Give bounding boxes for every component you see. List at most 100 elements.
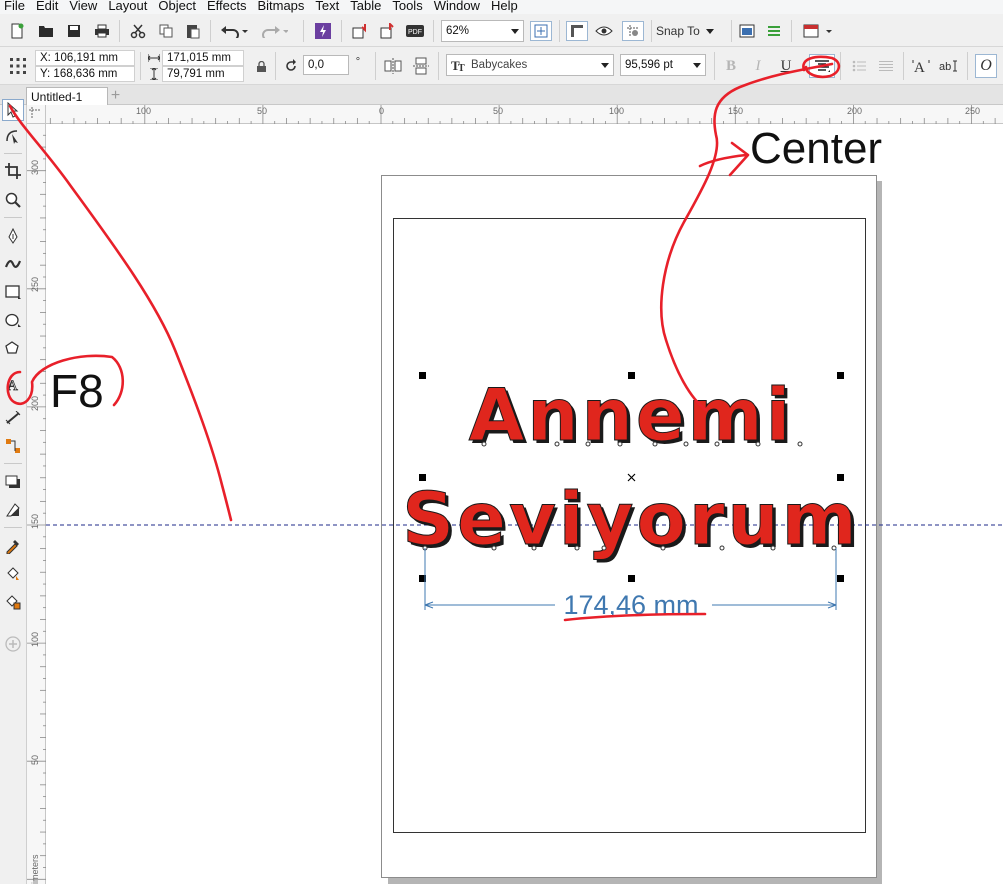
svg-text:A: A [914,60,925,74]
crop-tool-icon[interactable] [2,160,24,182]
menu-layout[interactable]: Layout [102,0,152,12]
artistic-media-tool-icon[interactable] [2,253,24,275]
y-position-field[interactable]: Y: 168,636 mm [35,66,135,82]
mirror-vertical-icon[interactable] [411,56,431,76]
polygon-tool-icon[interactable] [2,337,24,359]
text-alignment-center-icon[interactable] [809,54,835,78]
freehand-tool-icon[interactable] [2,225,24,247]
menu-window[interactable]: Window [428,0,485,12]
ruler-label: 100 [609,106,625,116]
menu-text[interactable]: Text [309,0,344,12]
ruler-origin[interactable] [27,105,46,124]
horizontal-ruler[interactable]: 100 50 0 50 100 150 200 250 [46,105,1003,124]
text-properties-icon[interactable]: A [910,56,932,76]
options-icon[interactable] [737,22,757,40]
bold-icon[interactable]: B [721,56,741,76]
underline-icon[interactable]: U [776,56,796,76]
lock-ratio-icon[interactable] [254,59,268,73]
ruler-label: 100 [136,106,152,116]
redo-icon[interactable] [259,22,289,40]
cut-icon[interactable] [128,22,148,40]
width-field[interactable]: 171,015 mm [162,50,244,66]
zoom-to-page-icon[interactable] [530,21,552,41]
font-size-select[interactable]: 95,596 pt [620,54,706,76]
vertical-ruler-ticks [27,134,46,880]
svg-text:T: T [458,63,465,72]
italic-icon[interactable]: I [748,56,768,76]
ruler-label: 150 [30,513,40,529]
document-tab[interactable]: Untitled-1 [26,87,108,105]
show-rulers-icon[interactable] [566,21,588,41]
add-tab-icon[interactable]: + [107,88,124,104]
drop-shadow-tool-icon[interactable] [2,471,24,493]
application-launcher-icon[interactable] [799,22,835,40]
zoom-tool-icon[interactable] [2,189,24,211]
chevron-down-icon [511,29,519,34]
smart-fill-tool-icon[interactable] [2,591,24,613]
export-icon[interactable] [378,22,398,40]
ruler-unit-label: imeters [30,854,40,884]
svg-text:A: A [7,378,18,392]
undo-icon[interactable] [219,22,249,40]
rotation-angle-field[interactable]: 0,0 [303,55,349,75]
text-tool-icon[interactable]: A [2,373,24,395]
drop-cap-icon[interactable] [876,56,896,76]
ruler-label: 100 [30,631,40,647]
height-field[interactable]: 79,791 mm [162,66,244,82]
menu-help[interactable]: Help [485,0,523,12]
transparency-tool-icon[interactable] [2,499,24,521]
svg-text:ab: ab [939,61,951,73]
menu-edit[interactable]: Edit [30,0,63,12]
menu-view[interactable]: View [63,0,102,12]
zoom-level-value: 62% [446,25,470,37]
opentype-icon[interactable]: O [975,54,997,78]
ruler-label: 0 [379,106,385,116]
property-bar: X: 106,191 mm Y: 168,636 mm 171,015 mm 7… [0,47,1003,85]
parallel-dimension-tool-icon[interactable] [2,407,24,429]
x-position-field[interactable]: X: 106,191 mm [35,50,135,66]
ellipse-tool-icon[interactable] [2,309,24,331]
menu-table[interactable]: Table [344,0,386,12]
shape-tool-icon[interactable] [2,125,24,147]
pick-tool-icon[interactable] [2,99,24,121]
height-icon [147,68,161,80]
interactive-fill-tool-icon[interactable] [2,563,24,585]
open-folder-icon[interactable] [36,22,56,40]
ruler-label: 200 [847,106,863,116]
import-icon[interactable] [350,22,370,40]
show-guidelines-icon[interactable] [622,21,644,41]
menu-tools[interactable]: Tools [386,0,427,12]
paste-icon[interactable] [183,22,203,40]
save-icon[interactable] [64,22,84,40]
connector-tool-icon[interactable] [2,435,24,457]
bullet-list-icon[interactable] [849,56,869,76]
menu-object[interactable]: Object [152,0,201,12]
ruler-label: 50 [30,754,40,765]
search-content-icon[interactable] [313,22,333,40]
view-eye-icon[interactable] [594,22,614,40]
print-icon[interactable] [92,22,112,40]
object-manager-icon[interactable] [764,22,784,40]
font-list-select[interactable]: TT Babycakes [446,54,614,76]
mirror-horizontal-icon[interactable] [383,56,403,76]
add-tool-icon[interactable] [2,633,24,655]
width-value: 171,015 mm [167,52,231,64]
menu-file[interactable]: File [0,0,30,12]
copy-icon[interactable] [156,22,176,40]
new-document-icon[interactable] [7,22,27,40]
zoom-level-select[interactable]: 62% [441,20,524,42]
ruler-label: 50 [493,106,504,116]
edit-text-icon[interactable]: ab [938,56,960,76]
ruler-label: 300 [30,159,40,175]
ruler-label: 250 [965,106,981,116]
publish-pdf-icon[interactable]: PDF [405,22,425,40]
drawing-canvas[interactable] [46,124,1003,884]
vertical-ruler[interactable]: 300 250 200 150 100 50 imeters [27,124,46,884]
reference-point-icon[interactable] [7,56,29,76]
snap-to-dropdown[interactable]: Snap To [656,22,726,40]
menu-effects[interactable]: Effects [201,0,252,12]
color-eyedropper-tool-icon[interactable] [2,535,24,557]
menu-bitmaps[interactable]: Bitmaps [251,0,309,12]
width-icon [147,52,161,64]
rectangle-tool-icon[interactable] [2,281,24,303]
